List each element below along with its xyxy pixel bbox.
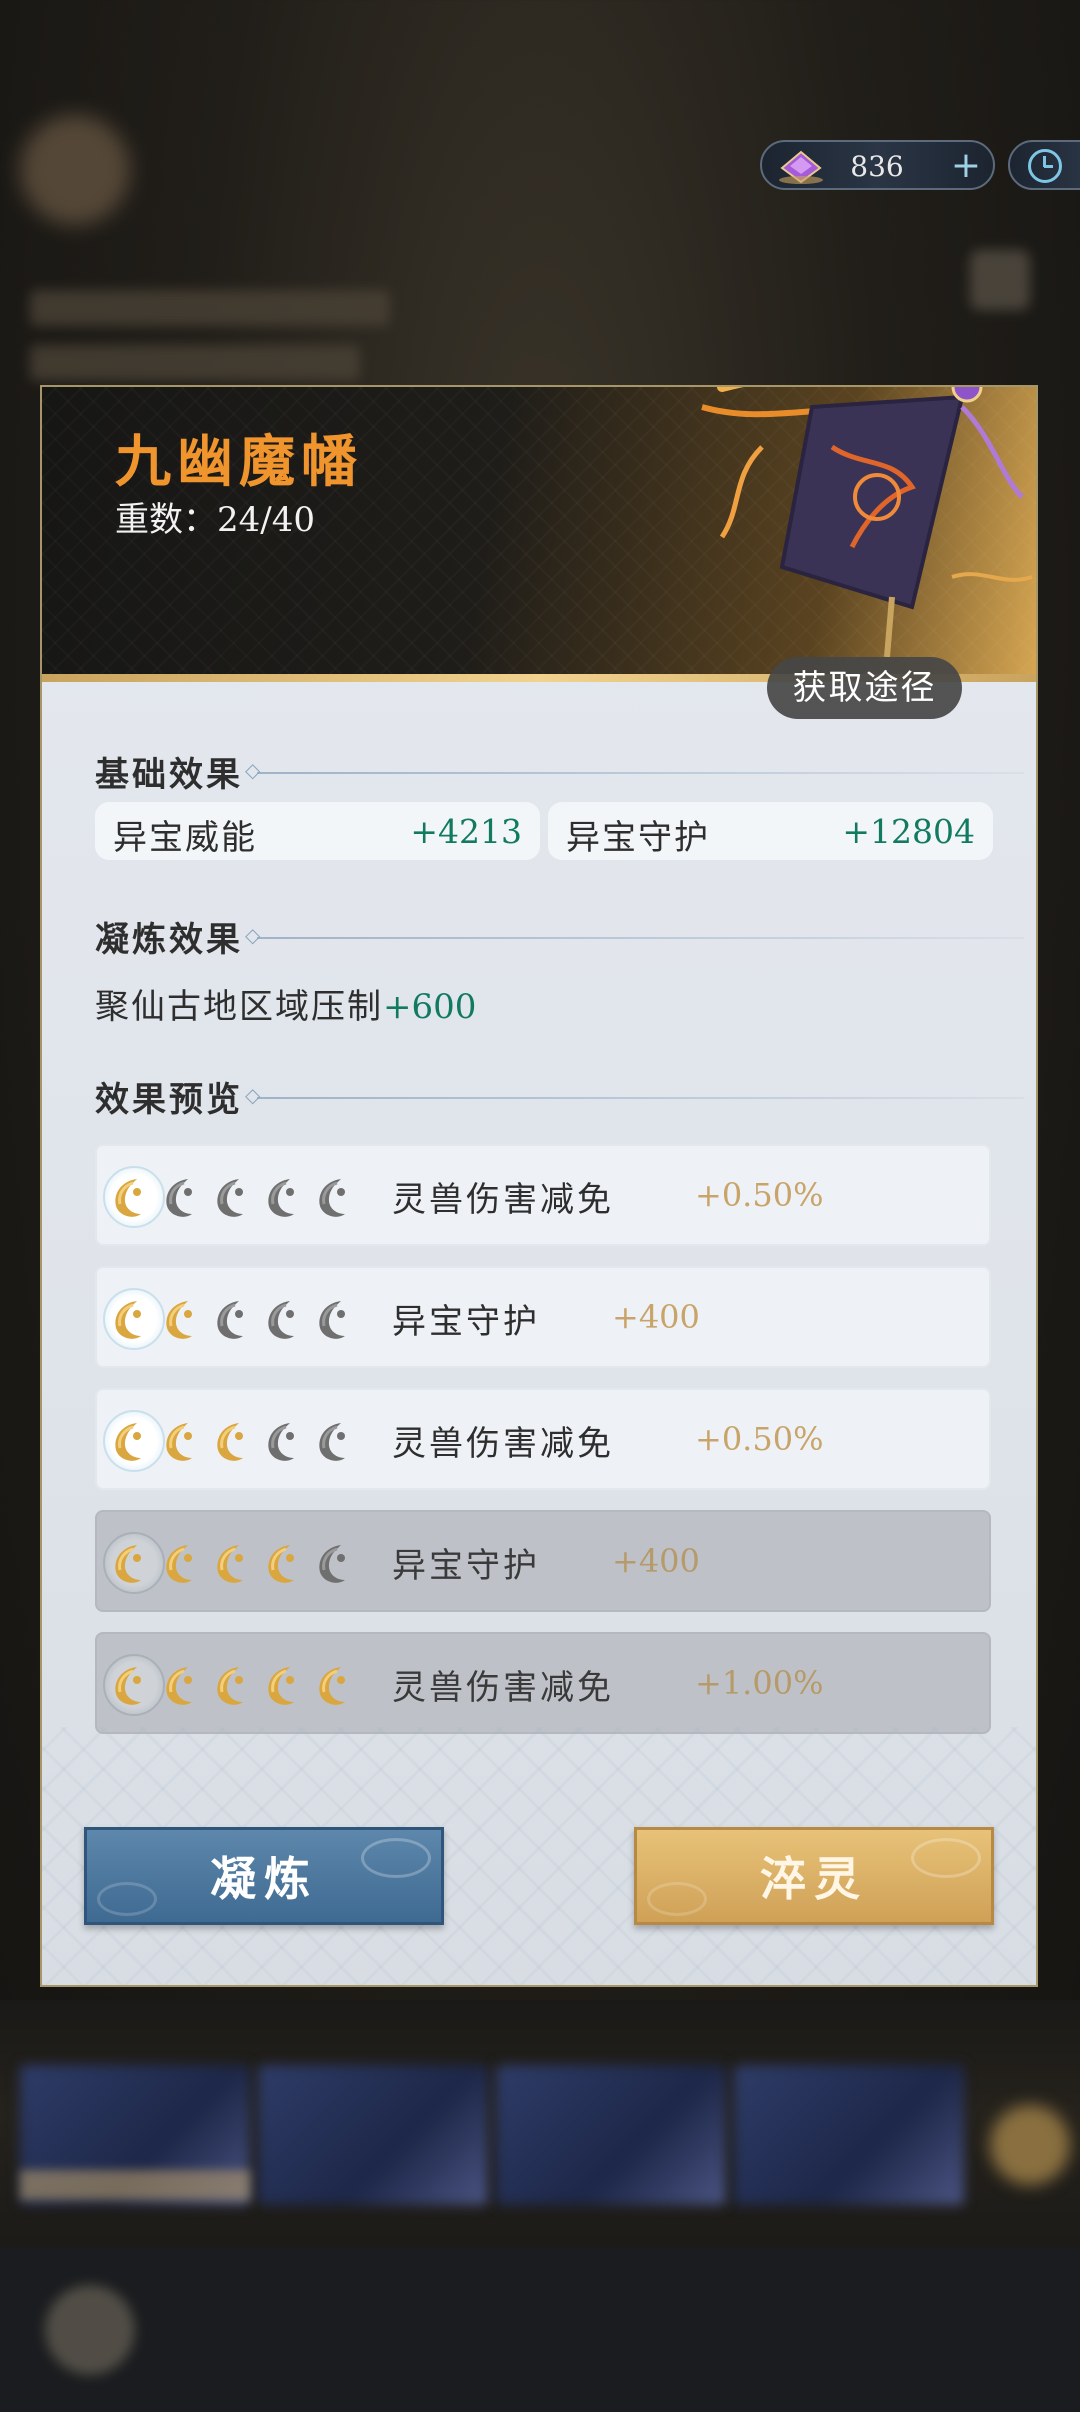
stat-name: 异宝威能 <box>113 818 257 858</box>
preview-effect-value: +400 <box>612 1542 700 1580</box>
cloud-swirl-decoration <box>361 1838 431 1878</box>
crescent-moon-dim-icon <box>209 1174 255 1220</box>
preview-effect-value: +0.50% <box>695 1420 824 1458</box>
temper-button-label: 淬灵 <box>760 1852 868 1906</box>
preview-effect-name: 灵兽伤害减免 <box>392 1668 614 1708</box>
preview-row: 灵兽伤害减免 +0.50% <box>95 1388 991 1490</box>
preview-row: 异宝守护 +400 <box>95 1510 991 1612</box>
treasure-name: 九幽魔幡 <box>115 429 363 495</box>
crescent-moon-lit-icon <box>158 1662 204 1708</box>
stat-chip-guard: 异宝守护 +12804 <box>548 802 993 860</box>
clock-button[interactable] <box>1008 140 1080 190</box>
preview-effect-name: 灵兽伤害减免 <box>392 1424 614 1464</box>
crescent-moon-lit-icon <box>158 1418 204 1464</box>
add-currency-button[interactable]: + <box>951 146 981 186</box>
preview-effect-value: +1.00% <box>695 1664 824 1702</box>
preview-title: 效果预览 <box>95 1080 243 1120</box>
bg-blurred-icon <box>970 250 1030 310</box>
bg-card <box>258 2065 488 2205</box>
moon-progress <box>103 1532 387 1594</box>
clock-icon <box>1028 149 1062 183</box>
crescent-moon-lit-icon <box>311 1662 357 1708</box>
moon-progress <box>103 1166 387 1228</box>
refine-effect-line: 聚仙古地区域压制+600 <box>95 979 476 1028</box>
cloud-swirl-decoration <box>647 1882 707 1916</box>
preview-row: 灵兽伤害减免 +1.00% <box>95 1632 991 1734</box>
crescent-moon-dim-icon <box>311 1540 357 1586</box>
crescent-moon-lit-icon <box>209 1540 255 1586</box>
crescent-moon-lit-icon <box>260 1540 306 1586</box>
stat-value: +12804 <box>842 812 975 851</box>
crescent-moon-dim-icon <box>158 1174 204 1220</box>
obtain-source-button[interactable]: 获取途径 <box>767 657 962 719</box>
cloud-swirl-decoration <box>97 1882 157 1916</box>
section-divider <box>245 758 1024 782</box>
refine-effect-name: 聚仙古地区域压制 <box>95 987 383 1027</box>
tier-row: 重数：24/40 <box>115 492 315 541</box>
cloud-swirl-decoration <box>911 1838 981 1878</box>
crescent-moon-lit-icon <box>107 1540 153 1586</box>
stat-chip-power: 异宝威能 +4213 <box>95 802 540 860</box>
purple-gem-icon <box>779 150 823 184</box>
preview-effect-value: +0.50% <box>695 1176 824 1214</box>
preview-effect-name: 异宝守护 <box>392 1302 540 1342</box>
bg-card <box>734 2065 964 2205</box>
currency-bar: 836 + <box>760 140 995 190</box>
bg-emblem <box>20 115 130 225</box>
preview-effect-name: 灵兽伤害减免 <box>392 1180 614 1220</box>
bg-bottom-nav <box>0 2247 1080 2412</box>
crescent-moon-lit-icon <box>107 1662 153 1708</box>
crescent-moon-dim-icon <box>260 1174 306 1220</box>
crescent-moon-lit-icon <box>107 1174 153 1220</box>
crescent-moon-dim-icon <box>260 1418 306 1464</box>
moon-progress <box>103 1410 387 1472</box>
currency-amount: 836 <box>850 150 904 183</box>
preview-row: 灵兽伤害减免 +0.50% <box>95 1144 991 1246</box>
crescent-moon-dim-icon <box>260 1296 306 1342</box>
crescent-moon-lit-icon <box>158 1540 204 1586</box>
treasure-banner-icon <box>701 387 1033 658</box>
crescent-moon-lit-icon <box>107 1296 153 1342</box>
stat-value: +4213 <box>410 812 522 851</box>
moon-progress <box>103 1288 387 1350</box>
refine-button[interactable]: 凝炼 <box>84 1827 444 1925</box>
preview-effect-name: 异宝守护 <box>392 1546 540 1586</box>
crescent-moon-dim-icon <box>311 1296 357 1342</box>
crescent-moon-dim-icon <box>311 1174 357 1220</box>
crescent-moon-dim-icon <box>209 1296 255 1342</box>
section-divider <box>245 1083 1024 1107</box>
bg-blurred-bar <box>30 345 360 381</box>
bg-back-icon <box>45 2285 135 2375</box>
bg-blurred-bar <box>30 290 390 326</box>
bg-coin <box>990 2105 1070 2185</box>
crescent-moon-lit-icon <box>209 1418 255 1464</box>
preview-effect-value: +400 <box>612 1298 700 1336</box>
crescent-moon-lit-icon <box>158 1296 204 1342</box>
stat-name: 异宝守护 <box>566 818 710 858</box>
treasure-detail-panel: 九幽魔幡 重数：24/40 获取途径 基础效果 异宝威能 +4213 异宝守护 … <box>40 385 1038 1987</box>
base-effects-title: 基础效果 <box>95 755 243 795</box>
preview-row: 异宝守护 +400 <box>95 1266 991 1368</box>
temper-button[interactable]: 淬灵 <box>634 1827 994 1925</box>
refine-effects-title: 凝炼效果 <box>95 920 243 960</box>
crescent-moon-lit-icon <box>107 1418 153 1464</box>
bg-card <box>496 2065 726 2205</box>
bg-card-label <box>20 2170 250 2200</box>
crescent-moon-lit-icon <box>260 1662 306 1708</box>
moon-progress <box>103 1654 387 1716</box>
refine-effect-value: +600 <box>383 987 477 1027</box>
refine-button-label: 凝炼 <box>210 1852 318 1906</box>
tier-value: 24/40 <box>217 500 315 540</box>
crescent-moon-dim-icon <box>311 1418 357 1464</box>
tier-label: 重数： <box>115 500 217 540</box>
section-divider <box>245 923 1024 947</box>
crescent-moon-lit-icon <box>209 1662 255 1708</box>
